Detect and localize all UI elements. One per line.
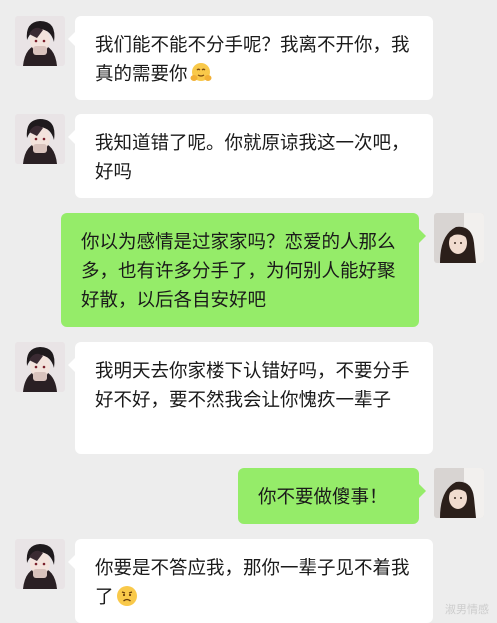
message-text: 我知道错了呢。你就原谅我这一次吧，好吗 [95,133,410,183]
user-avatar[interactable] [434,468,484,518]
contact-avatar[interactable] [15,16,65,66]
user-avatar[interactable] [434,213,484,263]
message-bubble-incoming[interactable]: 你要是不答应我，那你一辈子见不着我了 [68,539,433,623]
message-text: 你以为感情是过家家吗？恋爱的人那么多，也有许多分手了，为何别人能好聚好散，以后各… [81,232,396,311]
sad-face-emoji-icon [115,584,139,608]
contact-avatar[interactable] [15,539,65,589]
contact-avatar[interactable] [15,342,65,392]
contact-avatar[interactable] [15,114,65,164]
message-bubble-incoming[interactable]: 我明天去你家楼下认错好吗，不要分手好不好，要不然我会让你愧疚一辈子 [68,342,433,454]
message-text: 你不要做傻事！ [258,487,388,508]
message-text: 我们能不能不分手呢？我离不开你，我真的需要你 [95,35,410,85]
hug-face-emoji-icon [189,61,213,85]
message-bubble-outgoing[interactable]: 你以为感情是过家家吗？恋爱的人那么多，也有许多分手了，为何别人能好聚好散，以后各… [61,213,426,327]
watermark: 淑男情感 [445,603,489,616]
message-bubble-incoming[interactable]: 我知道错了呢。你就原谅我这一次吧，好吗 [68,114,433,198]
message-bubble-incoming[interactable]: 我们能不能不分手呢？我离不开你，我真的需要你 [68,16,433,100]
message-text: 你要是不答应我，那你一辈子见不着我了 [95,558,410,608]
message-bubble-outgoing[interactable]: 你不要做傻事！ [238,468,426,524]
message-text: 我明天去你家楼下认错好吗，不要分手好不好，要不然我会让你愧疚一辈子 [95,361,410,411]
